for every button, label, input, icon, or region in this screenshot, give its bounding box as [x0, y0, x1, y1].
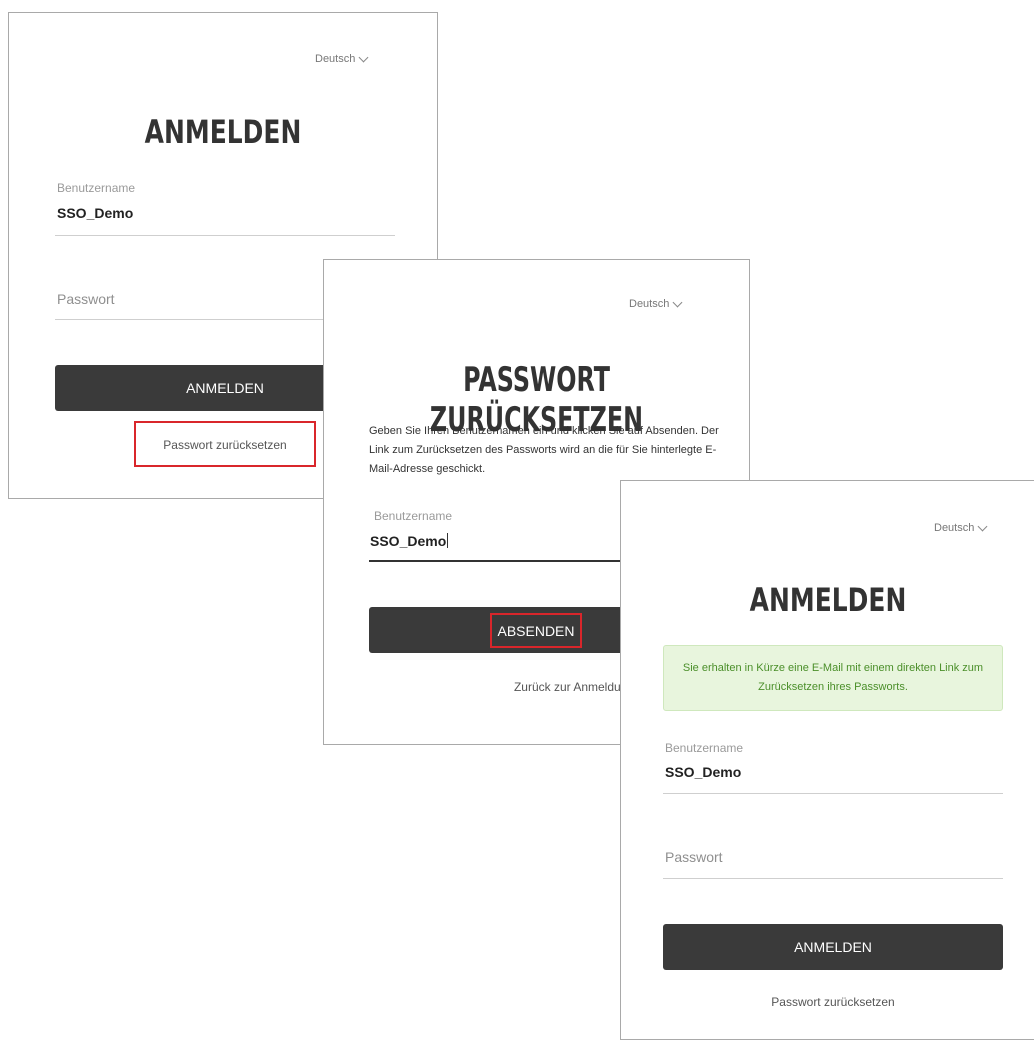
language-select[interactable]: Deutsch — [629, 297, 683, 310]
username-input[interactable]: SSO_Demo — [370, 533, 449, 549]
language-label: Deutsch — [315, 53, 356, 65]
chevron-down-icon — [358, 52, 369, 62]
login-button[interactable]: ANMELDEN — [663, 924, 1003, 970]
reset-password-link[interactable]: Passwort zurücksetzen — [134, 438, 316, 452]
submit-button-label: ABSENDEN — [490, 613, 582, 648]
instruction-text: Geben Sie Ihren Benutzernamen ein und kl… — [369, 425, 719, 475]
page-title: ANMELDEN — [749, 581, 907, 619]
reset-password-link[interactable]: Passwort zurücksetzen — [663, 995, 1003, 1009]
confirmation-panel: Deutsch ANMELDEN Sie erhalten in Kürze e… — [620, 480, 1034, 1040]
username-underline — [55, 235, 395, 236]
language-select[interactable]: Deutsch — [315, 52, 369, 65]
username-label: Benutzername — [665, 741, 744, 755]
language-label: Deutsch — [629, 298, 670, 310]
password-field[interactable]: Passwort — [665, 849, 723, 865]
username-value: SSO_Demo — [370, 533, 447, 549]
page-title: ANMELDEN — [144, 113, 302, 151]
success-alert: Sie erhalten in Kürze eine E-Mail mit ei… — [663, 645, 1003, 711]
chevron-down-icon — [977, 521, 988, 531]
username-label: Benutzername — [374, 509, 453, 523]
language-select[interactable]: Deutsch — [934, 521, 988, 534]
text-caret — [447, 533, 449, 548]
chevron-down-icon — [672, 297, 683, 307]
username-label: Benutzername — [57, 181, 136, 195]
username-field[interactable]: SSO_Demo — [57, 205, 133, 221]
password-field[interactable]: Passwort — [57, 291, 115, 307]
username-underline — [663, 793, 1003, 794]
password-underline — [663, 878, 1003, 879]
language-label: Deutsch — [934, 522, 975, 534]
username-field[interactable]: SSO_Demo — [665, 764, 741, 780]
